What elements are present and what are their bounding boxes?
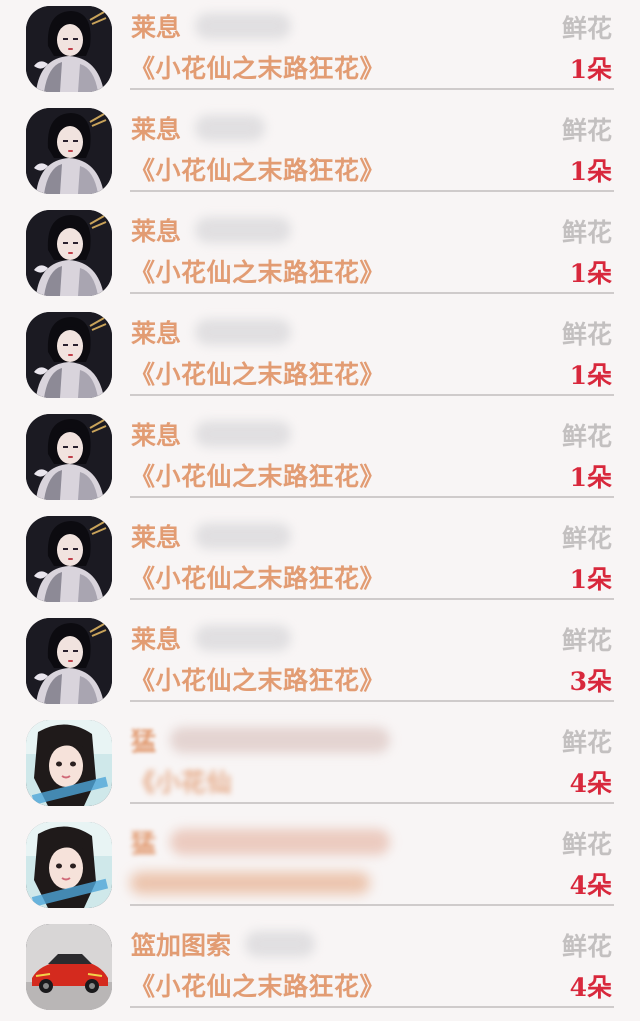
gift-type: 鲜花 [561, 422, 612, 451]
redacted-text [195, 217, 292, 243]
gift-type: 鲜花 [561, 932, 612, 961]
photo-girl-avatar[interactable] [26, 822, 112, 908]
redacted-text [245, 931, 316, 957]
book-title[interactable] [130, 865, 370, 901]
gift-type: 鲜花 [561, 218, 612, 247]
divider [130, 496, 614, 498]
divider [130, 904, 614, 906]
sender-name: 莱息 [131, 212, 292, 248]
list-item[interactable]: 莱息 《小花仙之末路狂花》 鲜花 3朵 [0, 612, 640, 714]
anime-girl-avatar[interactable] [26, 6, 112, 92]
redacted-text [195, 523, 292, 549]
gift-count: 4朵 [569, 973, 612, 1002]
list-item[interactable]: 莱息 《小花仙之末路狂花》 鲜花 1朵 [0, 306, 640, 408]
list-item[interactable]: 莱息 《小花仙之末路狂花》 鲜花 1朵 [0, 408, 640, 510]
gift-list: 莱息 《小花仙之末路狂花》 鲜花 1朵 莱息 《小花仙之末路狂花》 鲜花 1朵 … [0, 0, 640, 1021]
gift-type: 鲜花 [561, 626, 612, 655]
list-item[interactable]: 莱息 《小花仙之末路狂花》 鲜花 1朵 [0, 0, 640, 102]
book-title[interactable]: 《小花仙之末路狂花》 [130, 559, 385, 595]
book-title[interactable]: 《小花仙之末路狂花》 [130, 49, 385, 85]
sender-name: 篮加图索 [131, 926, 316, 962]
gift-count: 1朵 [569, 157, 612, 186]
sender-name: 莱息 [131, 314, 292, 350]
gift-type: 鲜花 [561, 524, 612, 553]
redacted-text [170, 727, 391, 753]
list-item[interactable]: 篮加图索 《小花仙之末路狂花》 鲜花 4朵 [0, 918, 640, 1020]
book-title[interactable]: 《小花仙 [130, 763, 232, 799]
red-car-avatar[interactable] [26, 924, 112, 1010]
redacted-text [195, 421, 292, 447]
redacted-text [195, 625, 292, 651]
anime-girl-avatar[interactable] [26, 516, 112, 602]
sender-name: 莱息 [131, 620, 292, 656]
list-item[interactable]: 猛 鲜花 4朵 [0, 816, 640, 918]
divider [130, 700, 614, 702]
list-item[interactable]: 莱息 《小花仙之末路狂花》 鲜花 1朵 [0, 510, 640, 612]
list-item[interactable]: 莱息 《小花仙之末路狂花》 鲜花 1朵 [0, 102, 640, 204]
gift-count: 3朵 [569, 667, 612, 696]
sender-name: 猛 [131, 722, 391, 758]
anime-girl-avatar[interactable] [26, 312, 112, 398]
gift-type: 鲜花 [561, 728, 612, 757]
photo-girl-avatar[interactable] [26, 720, 112, 806]
book-title[interactable]: 《小花仙之末路狂花》 [130, 151, 385, 187]
gift-count: 1朵 [569, 259, 612, 288]
gift-type: 鲜花 [561, 320, 612, 349]
book-title[interactable]: 《小花仙之末路狂花》 [130, 457, 385, 493]
gift-type: 鲜花 [561, 830, 612, 859]
list-item[interactable]: 猛 《小花仙 鲜花 4朵 [0, 714, 640, 816]
redacted-text [195, 319, 292, 345]
gift-count: 1朵 [569, 361, 612, 390]
divider [130, 88, 614, 90]
divider [130, 394, 614, 396]
book-title[interactable]: 《小花仙之末路狂花》 [130, 355, 385, 391]
redacted-text [195, 115, 266, 141]
anime-girl-avatar[interactable] [26, 618, 112, 704]
book-title[interactable]: 《小花仙之末路狂花》 [130, 253, 385, 289]
sender-name: 莱息 [131, 110, 266, 146]
divider [130, 802, 614, 804]
gift-type: 鲜花 [561, 116, 612, 145]
sender-name: 莱息 [131, 416, 292, 452]
book-title[interactable]: 《小花仙之末路狂花》 [130, 661, 385, 697]
divider [130, 598, 614, 600]
gift-count: 1朵 [569, 463, 612, 492]
divider [130, 292, 614, 294]
gift-type: 鲜花 [561, 14, 612, 43]
anime-girl-avatar[interactable] [26, 210, 112, 296]
gift-count: 4朵 [569, 769, 612, 798]
sender-name: 莱息 [131, 518, 292, 554]
anime-girl-avatar[interactable] [26, 108, 112, 194]
divider [130, 190, 614, 192]
divider [130, 1006, 614, 1008]
list-item[interactable]: 莱息 《小花仙之末路狂花》 鲜花 1朵 [0, 204, 640, 306]
redacted-text [170, 829, 391, 855]
gift-count: 1朵 [569, 55, 612, 84]
gift-count: 4朵 [569, 871, 612, 900]
anime-girl-avatar[interactable] [26, 414, 112, 500]
redacted-text [195, 13, 292, 39]
sender-name: 莱息 [131, 8, 292, 44]
sender-name: 猛 [131, 824, 391, 860]
book-title[interactable]: 《小花仙之末路狂花》 [130, 967, 385, 1003]
gift-count: 1朵 [569, 565, 612, 594]
